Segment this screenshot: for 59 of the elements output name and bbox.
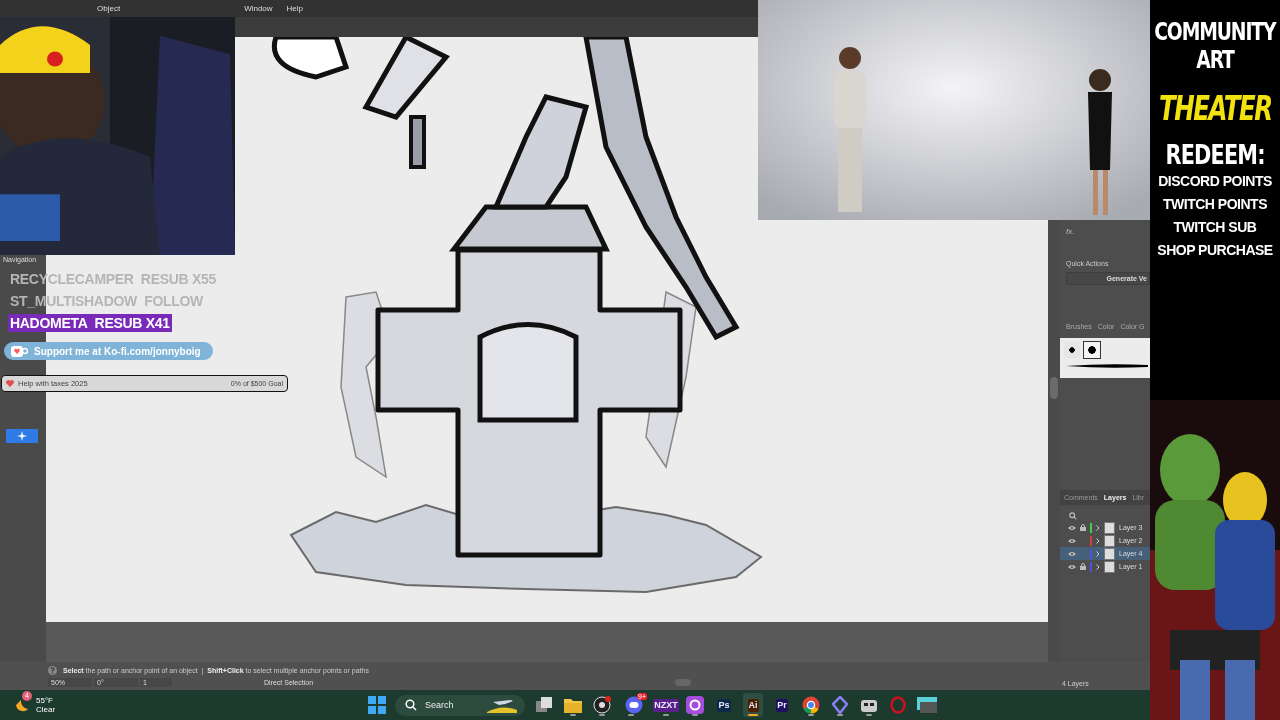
eye-icon[interactable] <box>1068 524 1076 531</box>
running-indicator <box>599 714 605 716</box>
taskbar-app[interactable]: Ai <box>743 693 763 717</box>
browser-icon <box>802 696 820 714</box>
promo-option: TWITCH SUB <box>1173 216 1257 239</box>
temperature: 55°F <box>36 696 54 705</box>
layer-thumbnail <box>1104 547 1115 560</box>
promo-option: DISCORD POINTS <box>1158 170 1272 193</box>
robot-icon <box>860 697 878 713</box>
folder-icon <box>564 697 582 713</box>
promo-heading: REDEEM: <box>1165 140 1265 170</box>
eye-icon[interactable] <box>1068 550 1076 557</box>
diamond-icon <box>832 696 848 714</box>
running-indicator <box>866 714 872 716</box>
lock-icon[interactable] <box>1080 563 1086 570</box>
lock-icon[interactable] <box>1080 524 1086 531</box>
promo-option: SHOP PURCHASE <box>1157 239 1273 262</box>
camera-icon <box>686 696 704 714</box>
promo-highlight: THEATER <box>1158 88 1272 128</box>
promo-title: ART <box>1196 46 1234 74</box>
fx-label: fx. <box>1066 227 1076 236</box>
search-icon <box>405 699 417 711</box>
running-indicator <box>837 714 843 716</box>
promo-option: TWITCH POINTS <box>1163 193 1267 216</box>
sparkle-icon <box>16 430 28 442</box>
record-icon <box>593 696 611 714</box>
running-indicator <box>692 714 698 716</box>
ring-icon <box>890 696 906 714</box>
weather-condition: Clear <box>36 705 56 714</box>
menu-item[interactable]: Window <box>244 4 273 13</box>
tool-button[interactable] <box>6 429 38 443</box>
eye-icon[interactable] <box>1068 563 1076 570</box>
taskbar-app[interactable]: Pr <box>772 693 792 717</box>
layer-thumbnail <box>1104 560 1115 573</box>
brush-icon[interactable] <box>1064 342 1080 358</box>
cup-icon <box>10 344 28 358</box>
eye-icon[interactable] <box>1068 537 1076 544</box>
promo-title: COMMUNITY <box>1154 18 1276 46</box>
running-indicator <box>663 714 669 716</box>
help-icon[interactable] <box>48 665 57 675</box>
layer-thumbnail <box>1104 521 1115 534</box>
brush-icon[interactable] <box>1084 342 1100 358</box>
taskbar-app[interactable]: Ps <box>714 693 734 717</box>
running-indicator <box>748 714 758 716</box>
windows-icon <box>535 696 553 714</box>
menu-item[interactable]: Help <box>286 4 304 13</box>
monitor-icon <box>917 697 937 713</box>
running-indicator <box>628 714 634 716</box>
taskbar-app[interactable] <box>685 693 705 717</box>
running-indicator <box>808 714 814 716</box>
taskbar-search[interactable]: Search <box>395 694 525 716</box>
search-icon <box>1069 512 1077 520</box>
heart-icon <box>6 380 14 387</box>
layer-thumbnail <box>1104 534 1115 547</box>
start-icon[interactable] <box>368 696 386 714</box>
scrollbar-thumb[interactable] <box>1050 377 1058 399</box>
taskbar-app[interactable] <box>592 693 612 717</box>
running-indicator <box>570 714 576 716</box>
menu-item[interactable]: Object <box>97 4 121 13</box>
